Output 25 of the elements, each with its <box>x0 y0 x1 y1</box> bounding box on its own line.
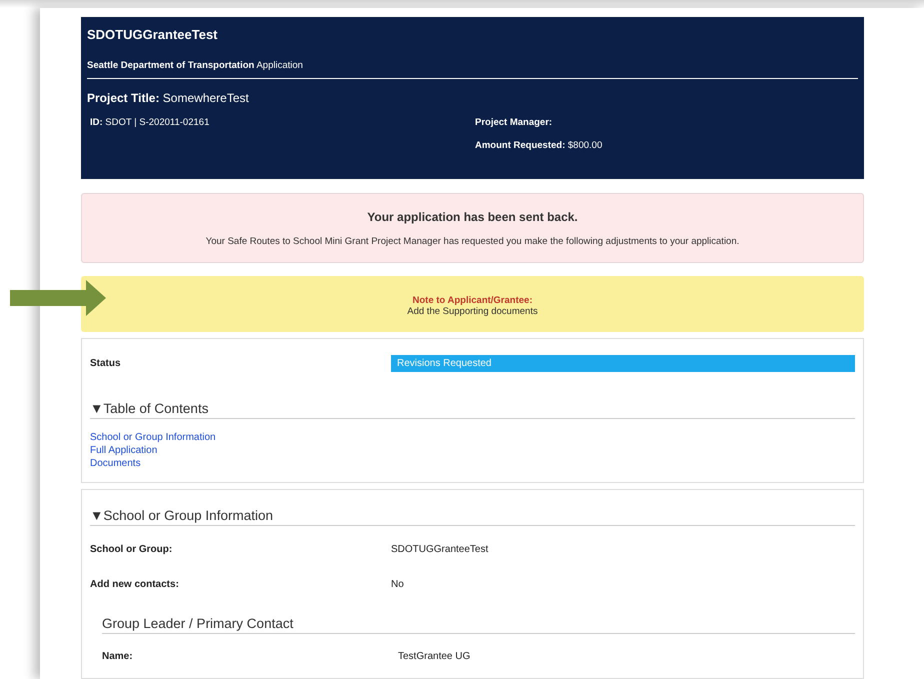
arrow-icon <box>10 280 106 316</box>
note-text: Add the Supporting documents <box>407 306 538 317</box>
toc-heading[interactable]: ▼Table of Contents <box>90 401 855 420</box>
header-subtitle: Seattle Department of Transportation Application <box>87 60 858 79</box>
note-label: Note to Applicant/Grantee: <box>412 294 532 306</box>
toc-link[interactable]: Documents <box>90 457 855 470</box>
field-label: School or Group: <box>90 544 174 555</box>
grantee-name: SDOTUGGranteeTest <box>87 27 219 42</box>
project-id: ID: SDOT | S-202011-02161 <box>90 117 210 128</box>
toc-link[interactable]: Full Application <box>90 444 855 458</box>
status-value: Revisions Requested <box>391 354 855 372</box>
field-value: TestGrantee UG <box>398 650 472 662</box>
toc-link[interactable]: School or Group Information <box>90 431 855 444</box>
subsection-heading: Group Leader / Primary Contact <box>102 616 855 634</box>
field-value: SDOTUGGranteeTest <box>391 544 490 555</box>
field-label: Name: <box>102 650 134 662</box>
project-title: Project Title: SomewhereTest <box>87 91 250 105</box>
alert-title: Your application has been sent back. <box>367 210 578 224</box>
alert-message: Your Safe Routes to School Mini Grant Project Manager has requested you make the following adjustments to your application. <box>206 236 740 247</box>
field-label: Add new contacts: <box>90 578 180 590</box>
amount-requested: Amount Requested: $800.00 <box>475 140 604 151</box>
field-label: Status <box>90 358 122 369</box>
field-value: No <box>391 578 405 590</box>
project-manager-label: Project Manager: <box>475 117 554 128</box>
section-heading[interactable]: ▼School or Group Information <box>90 508 855 526</box>
